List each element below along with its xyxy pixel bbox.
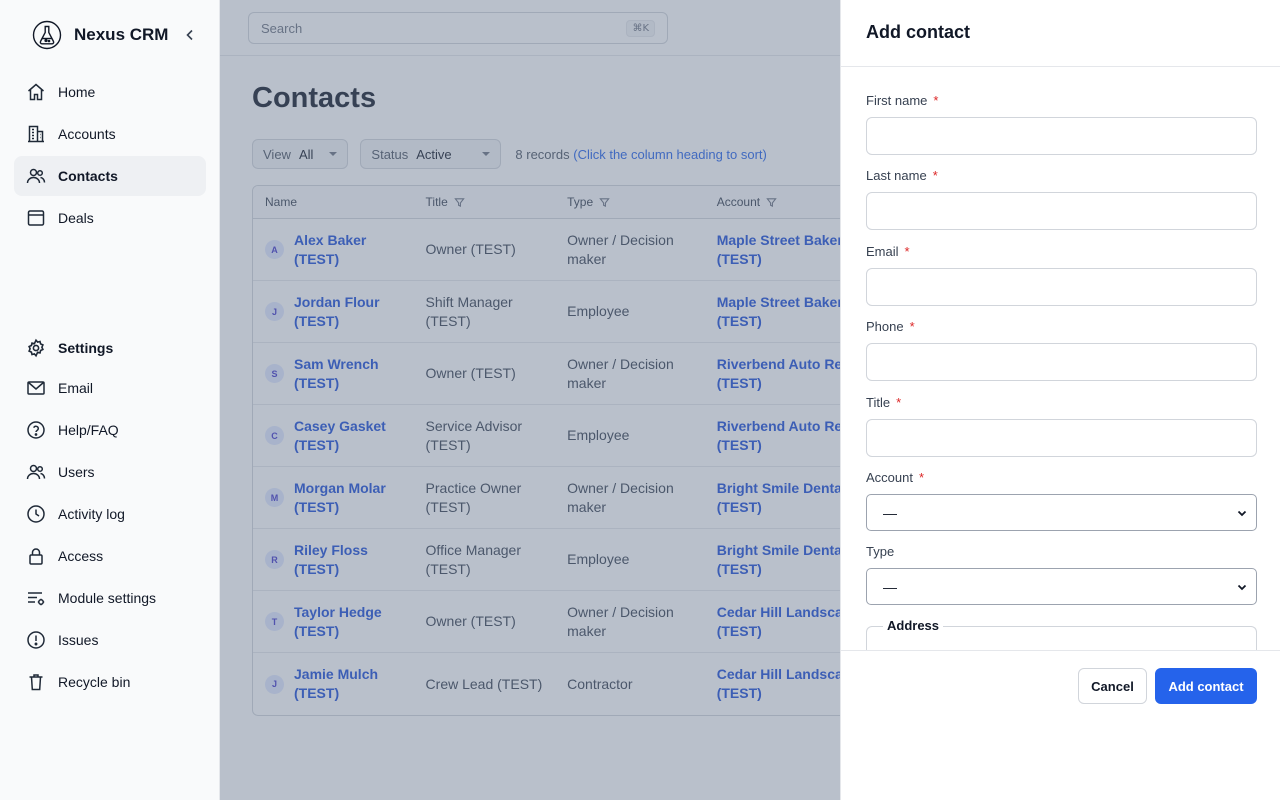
gear-icon bbox=[28, 338, 44, 358]
sidebar-item-label: Recycle bin bbox=[58, 674, 131, 690]
email-label: Email * bbox=[866, 244, 910, 259]
phone-label: Phone * bbox=[866, 319, 915, 334]
sidebar-item-recycle-bin[interactable]: Recycle bin bbox=[14, 662, 206, 702]
mail-icon bbox=[27, 381, 45, 395]
last-name-field-group: Last name * bbox=[866, 168, 1257, 230]
required-marker: * bbox=[933, 93, 939, 108]
email-field-group: Email * bbox=[866, 244, 1257, 306]
phone-input[interactable] bbox=[866, 343, 1257, 381]
add-contact-form: First name * Last name * Email * Phone * Tit… bbox=[841, 67, 1280, 650]
settings-label: Settings bbox=[58, 340, 114, 356]
required-marker: * bbox=[904, 244, 910, 259]
sidebar-item-accounts[interactable]: Accounts bbox=[14, 114, 206, 154]
primary-nav: Home Accounts Contacts Deals bbox=[14, 72, 206, 240]
sidebar-item-contacts[interactable]: Contacts bbox=[14, 156, 206, 196]
type-select-value: — bbox=[883, 578, 897, 595]
account-select-value: — bbox=[883, 504, 897, 521]
sidebar-item-users[interactable]: Users bbox=[14, 452, 206, 492]
sidebar-item-label: Email bbox=[58, 380, 94, 396]
chevron-down-icon bbox=[1237, 584, 1247, 590]
title-input[interactable] bbox=[866, 419, 1257, 457]
help-circle-icon bbox=[27, 421, 45, 439]
add-contact-button[interactable]: Add contact bbox=[1155, 668, 1257, 704]
chevron-down-icon bbox=[1237, 510, 1247, 516]
sidebar-item-label: Access bbox=[58, 548, 104, 564]
flask-logo-icon bbox=[32, 20, 62, 50]
alert-circle-icon bbox=[27, 631, 45, 649]
sidebar-item-access[interactable]: Access bbox=[14, 536, 206, 576]
address-legend: Address bbox=[883, 618, 944, 633]
sidebar-item-label: Users bbox=[58, 464, 95, 480]
building-icon bbox=[28, 125, 44, 143]
first-name-input[interactable] bbox=[866, 117, 1257, 155]
required-marker: * bbox=[918, 470, 925, 485]
type-select[interactable]: — bbox=[866, 568, 1257, 605]
sidebar-item-label: Module settings bbox=[58, 590, 157, 606]
sidebar-item-help[interactable]: Help/FAQ bbox=[14, 410, 206, 450]
account-label: Account * bbox=[866, 470, 925, 485]
chevron-left-icon[interactable] bbox=[182, 27, 198, 43]
browser-window-icon bbox=[27, 210, 45, 226]
sidebar-item-label: Issues bbox=[58, 632, 99, 648]
sidebar-item-label: Deals bbox=[58, 210, 94, 226]
sidebar: Nexus CRM Home Accounts Contacts Deals S… bbox=[0, 0, 220, 800]
drawer-footer: Cancel Add contact bbox=[841, 650, 1280, 800]
address-fieldset: Address bbox=[866, 618, 1257, 650]
users-icon bbox=[26, 464, 46, 480]
trash-icon bbox=[29, 674, 43, 691]
required-marker: * bbox=[932, 168, 938, 183]
brand[interactable]: Nexus CRM bbox=[32, 20, 168, 50]
list-settings-icon bbox=[28, 592, 45, 606]
sidebar-item-issues[interactable]: Issues bbox=[14, 620, 206, 660]
type-label: Type bbox=[866, 544, 895, 559]
settings-heading[interactable]: Settings bbox=[14, 328, 206, 368]
drawer-title: Add contact bbox=[866, 22, 971, 42]
title-field-group: Title * bbox=[866, 395, 1257, 457]
sidebar-item-label: Home bbox=[58, 84, 96, 100]
title-label: Title * bbox=[866, 395, 902, 410]
required-marker: * bbox=[909, 319, 915, 334]
add-contact-drawer: Add contact First name * Last name * Email… bbox=[840, 0, 1280, 800]
required-marker: * bbox=[896, 395, 902, 410]
account-field-group: Account * — bbox=[866, 470, 1257, 531]
sidebar-item-label: Contacts bbox=[58, 168, 118, 184]
email-input[interactable] bbox=[866, 268, 1257, 306]
cancel-button[interactable]: Cancel bbox=[1078, 668, 1147, 704]
first-name-label: First name * bbox=[866, 93, 939, 108]
home-icon bbox=[28, 83, 44, 101]
sidebar-item-activity-log[interactable]: Activity log bbox=[14, 494, 206, 534]
sidebar-item-label: Activity log bbox=[58, 506, 125, 522]
first-name-field-group: First name * bbox=[866, 93, 1257, 155]
users-icon bbox=[26, 168, 46, 184]
sidebar-item-label: Accounts bbox=[58, 126, 116, 142]
app-name: Nexus CRM bbox=[74, 25, 169, 44]
account-select[interactable]: — bbox=[866, 494, 1257, 531]
lock-icon bbox=[29, 548, 43, 565]
settings-nav: Settings Email Help/FAQ Users Activity l… bbox=[14, 328, 206, 704]
sidebar-item-home[interactable]: Home bbox=[14, 72, 206, 112]
clock-icon bbox=[27, 505, 45, 523]
last-name-label: Last name * bbox=[866, 168, 938, 183]
sidebar-item-deals[interactable]: Deals bbox=[14, 198, 206, 238]
type-field-group: Type — bbox=[866, 544, 1257, 605]
sidebar-item-label: Help/FAQ bbox=[58, 422, 119, 438]
phone-field-group: Phone * bbox=[866, 319, 1257, 381]
sidebar-item-module-settings[interactable]: Module settings bbox=[14, 578, 206, 618]
last-name-input[interactable] bbox=[866, 192, 1257, 230]
sidebar-item-email[interactable]: Email bbox=[14, 368, 206, 408]
drawer-header: Add contact bbox=[841, 0, 1280, 67]
